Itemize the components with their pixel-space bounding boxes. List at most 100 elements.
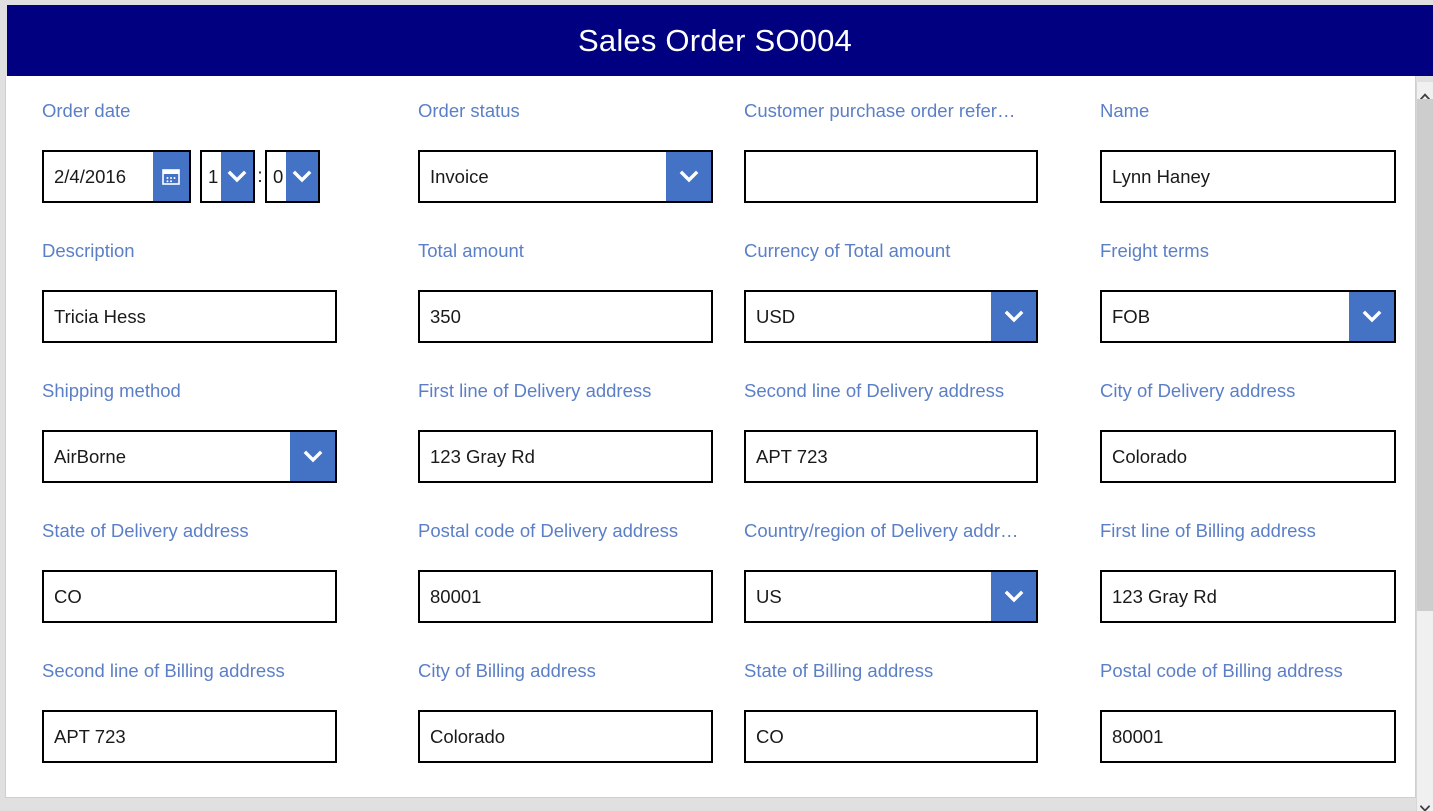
delivery-state-value[interactable]: CO (44, 572, 335, 621)
description-value[interactable]: Tricia Hess (44, 292, 335, 341)
billing-address-line1-input[interactable]: 123 Gray Rd (1100, 570, 1396, 623)
chevron-down-icon (1003, 306, 1025, 328)
chevron-down-icon (291, 166, 313, 188)
chevron-down-icon (678, 166, 700, 188)
field-currency-of-total-amount: *Currency of Total amount USD (718, 240, 1073, 380)
freight-terms-select[interactable]: FOB (1100, 290, 1396, 343)
scroll-up-button[interactable] (1417, 82, 1433, 101)
total-amount-input[interactable]: 350 (418, 290, 713, 343)
customer-po-reference-input[interactable] (744, 150, 1038, 203)
customer-po-reference-value[interactable] (746, 152, 1036, 201)
page-title: Sales Order SO004 (578, 23, 852, 58)
shipping-method-select[interactable]: AirBorne (42, 430, 337, 483)
chevron-up-icon (1419, 87, 1431, 101)
chevron-down-icon (302, 446, 324, 468)
form-row: State of Delivery address CO Postal code… (6, 520, 1415, 660)
field-label: Shipping method (42, 380, 181, 401)
currency-select[interactable]: USD (744, 290, 1038, 343)
billing-state-value[interactable]: CO (746, 712, 1036, 761)
date-input[interactable]: 2/4/2016 (42, 150, 191, 203)
form-row: Description Tricia Hess *Total amount 35… (6, 240, 1415, 380)
minute-select[interactable]: 0 (265, 150, 320, 203)
currency-dropdown-button[interactable] (991, 292, 1036, 341)
delivery-address-line2-value[interactable]: APT 723 (746, 432, 1036, 481)
order-status-select[interactable]: Invoice (418, 150, 713, 203)
sales-order-window: Sales Order SO004 *Order date 2/4/2016 (0, 0, 1433, 811)
hour-value[interactable]: 1 (202, 152, 221, 201)
field-label: Customer purchase order refer… (744, 100, 1016, 121)
date-value[interactable]: 2/4/2016 (44, 152, 153, 201)
description-input[interactable]: Tricia Hess (42, 290, 337, 343)
currency-value[interactable]: USD (746, 292, 991, 341)
field-billing-address-line2: Second line of Billing address APT 723 (6, 660, 362, 797)
field-label: *Currency of Total amount (744, 240, 1073, 262)
shipping-method-dropdown-button[interactable] (290, 432, 335, 481)
delivery-country-dropdown-button[interactable] (991, 572, 1036, 621)
delivery-city-value[interactable]: Colorado (1102, 432, 1394, 481)
billing-city-input[interactable]: Colorado (418, 710, 713, 763)
hour-select[interactable]: 1 (200, 150, 255, 203)
billing-address-line2-input[interactable]: APT 723 (42, 710, 337, 763)
field-label-text: Order status (418, 100, 520, 121)
field-billing-address-line1: First line of Billing address 123 Gray R… (1073, 520, 1403, 660)
field-label: *Total amount (418, 240, 718, 262)
window-titlebar: Sales Order SO004 (7, 5, 1433, 76)
calendar-picker-button[interactable] (153, 152, 189, 201)
field-delivery-country-region: Country/region of Delivery addr… US (718, 520, 1073, 660)
delivery-postal-code-input[interactable]: 80001 (418, 570, 713, 623)
name-value[interactable]: Lynn Haney (1102, 152, 1394, 201)
field-label-text: Order date (42, 100, 131, 121)
field-label: Second line of Delivery address (744, 380, 1005, 401)
name-input[interactable]: Lynn Haney (1100, 150, 1396, 203)
chevron-down-icon (1361, 306, 1383, 328)
billing-address-line1-value[interactable]: 123 Gray Rd (1102, 572, 1394, 621)
billing-postal-code-value[interactable]: 80001 (1102, 712, 1394, 761)
field-label: *Order status (418, 100, 718, 122)
freight-terms-dropdown-button[interactable] (1349, 292, 1394, 341)
field-delivery-city: City of Delivery address Colorado (1073, 380, 1403, 520)
chevron-down-icon (1419, 799, 1431, 811)
field-delivery-postal-code: Postal code of Delivery address 80001 (362, 520, 718, 660)
hour-dropdown-button[interactable] (221, 152, 253, 201)
delivery-country-value[interactable]: US (746, 572, 991, 621)
field-description: Description Tricia Hess (6, 240, 362, 380)
field-label: First line of Billing address (1100, 520, 1316, 541)
chevron-down-icon (1003, 586, 1025, 608)
field-name: Name Lynn Haney (1073, 100, 1403, 240)
total-amount-value[interactable]: 350 (420, 292, 711, 341)
field-billing-city: City of Billing address Colorado (362, 660, 718, 797)
form-row: *Order date 2/4/2016 1 (6, 100, 1415, 240)
field-freight-terms: Freight terms FOB (1073, 240, 1403, 380)
scrollbar-thumb[interactable] (1417, 99, 1433, 611)
field-label: City of Billing address (418, 660, 596, 681)
delivery-city-input[interactable]: Colorado (1100, 430, 1396, 483)
order-status-value[interactable]: Invoice (420, 152, 666, 201)
billing-state-input[interactable]: CO (744, 710, 1038, 763)
delivery-state-input[interactable]: CO (42, 570, 337, 623)
freight-terms-value[interactable]: FOB (1102, 292, 1349, 341)
shipping-method-value[interactable]: AirBorne (44, 432, 290, 481)
field-total-amount: *Total amount 350 (362, 240, 718, 380)
delivery-postal-code-value[interactable]: 80001 (420, 572, 711, 621)
vertical-scrollbar[interactable] (1416, 82, 1433, 811)
billing-city-value[interactable]: Colorado (420, 712, 711, 761)
billing-postal-code-input[interactable]: 80001 (1100, 710, 1396, 763)
minute-dropdown-button[interactable] (286, 152, 318, 201)
scroll-down-button[interactable] (1417, 794, 1433, 811)
scrollbar-track[interactable] (1417, 611, 1433, 794)
order-status-dropdown-button[interactable] (666, 152, 711, 201)
field-billing-postal-code: Postal code of Billing address 80001 (1073, 660, 1403, 797)
delivery-address-line2-input[interactable]: APT 723 (744, 430, 1038, 483)
field-label: *Order date (42, 100, 362, 122)
field-label: Country/region of Delivery addr… (744, 520, 1019, 541)
delivery-country-select[interactable]: US (744, 570, 1038, 623)
billing-address-line2-value[interactable]: APT 723 (44, 712, 335, 761)
delivery-address-line1-input[interactable]: 123 Gray Rd (418, 430, 713, 483)
delivery-address-line1-value[interactable]: 123 Gray Rd (420, 432, 711, 481)
field-label: First line of Delivery address (418, 380, 652, 401)
field-label-text: Total amount (418, 240, 524, 261)
field-customer-po-reference: Customer purchase order refer… (718, 100, 1073, 240)
chevron-down-icon (226, 166, 248, 188)
minute-value[interactable]: 0 (267, 152, 286, 201)
field-label: State of Delivery address (42, 520, 249, 541)
